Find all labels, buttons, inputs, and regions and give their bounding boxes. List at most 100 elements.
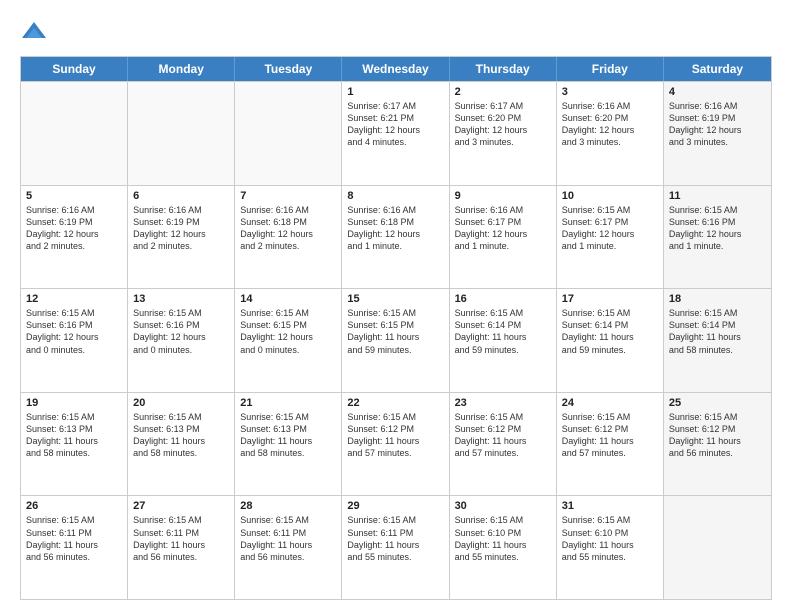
- day-number: 9: [455, 190, 551, 202]
- day-number: 1: [347, 86, 443, 98]
- day-number: 25: [669, 397, 766, 409]
- calendar-cell: 25Sunrise: 6:15 AM Sunset: 6:12 PM Dayli…: [664, 393, 771, 496]
- header: [20, 18, 772, 46]
- calendar-cell: 4Sunrise: 6:16 AM Sunset: 6:19 PM Daylig…: [664, 82, 771, 185]
- day-number: 26: [26, 500, 122, 512]
- calendar-header: SundayMondayTuesdayWednesdayThursdayFrid…: [21, 57, 771, 81]
- calendar-cell: 5Sunrise: 6:16 AM Sunset: 6:19 PM Daylig…: [21, 186, 128, 289]
- day-info: Sunrise: 6:15 AM Sunset: 6:16 PM Dayligh…: [669, 204, 766, 253]
- day-number: 7: [240, 190, 336, 202]
- calendar-cell: 1 Sunrise: 6:17 AM Sunset: 6:21 PM Daylig…: [342, 82, 449, 185]
- day-number: 12: [26, 293, 122, 305]
- logo-icon: [20, 18, 48, 46]
- day-number: 22: [347, 397, 443, 409]
- day-number: 10: [562, 190, 658, 202]
- calendar-cell: 22 Sunrise: 6:15 AM Sunset: 6:12 PM Dayli…: [342, 393, 449, 496]
- calendar-cell: 13Sunrise: 6:15 AM Sunset: 6:16 PM Dayli…: [128, 289, 235, 392]
- day-info: Sunrise: 6:15 AM Sunset: 6:15 PM Dayligh…: [347, 307, 443, 356]
- day-info: Sunrise: 6:15 AM Sunset: 6:16 PM Dayligh…: [26, 307, 122, 356]
- day-number: 31: [562, 500, 658, 512]
- day-number: 24: [562, 397, 658, 409]
- logo: [20, 18, 52, 46]
- calendar-cell: 19 Sunrise: 6:15 AM Sunset: 6:13 PM Dayli…: [21, 393, 128, 496]
- calendar-cell: [235, 82, 342, 185]
- day-info: Sunrise: 6:17 AM Sunset: 6:20 PM Dayligh…: [455, 100, 551, 149]
- day-info: Sunrise: 6:16 AM Sunset: 6:20 PM Dayligh…: [562, 100, 658, 149]
- day-info: Sunrise: 6:15 AM Sunset: 6:14 PM Dayligh…: [669, 307, 766, 356]
- day-number: 4: [669, 86, 766, 98]
- calendar-cell: [664, 496, 771, 599]
- day-info: Sunrise: 6:15 AM Sunset: 6:10 PM Dayligh…: [455, 514, 551, 563]
- day-number: 2: [455, 86, 551, 98]
- calendar-header-cell: Monday: [128, 57, 235, 81]
- calendar-header-cell: Tuesday: [235, 57, 342, 81]
- page: SundayMondayTuesdayWednesdayThursdayFrid…: [0, 0, 792, 612]
- calendar-cell: 6 Sunrise: 6:16 AM Sunset: 6:19 PM Daylig…: [128, 186, 235, 289]
- calendar-cell: 23 Sunrise: 6:15 AM Sunset: 6:12 PM Dayli…: [450, 393, 557, 496]
- calendar-cell: 7 Sunrise: 6:16 AM Sunset: 6:18 PM Daylig…: [235, 186, 342, 289]
- day-info: Sunrise: 6:15 AM Sunset: 6:17 PM Dayligh…: [562, 204, 658, 253]
- day-info: Sunrise: 6:15 AM Sunset: 6:11 PM Dayligh…: [133, 514, 229, 563]
- day-number: 29: [347, 500, 443, 512]
- calendar-cell: 9 Sunrise: 6:16 AM Sunset: 6:17 PM Daylig…: [450, 186, 557, 289]
- day-info: Sunrise: 6:16 AM Sunset: 6:19 PM Dayligh…: [133, 204, 229, 253]
- calendar-cell: 17Sunrise: 6:15 AM Sunset: 6:14 PM Dayli…: [557, 289, 664, 392]
- calendar-header-cell: Saturday: [664, 57, 771, 81]
- calendar-row: 1 Sunrise: 6:17 AM Sunset: 6:21 PM Daylig…: [21, 81, 771, 185]
- calendar-cell: 2 Sunrise: 6:17 AM Sunset: 6:20 PM Daylig…: [450, 82, 557, 185]
- calendar-cell: 31 Sunrise: 6:15 AM Sunset: 6:10 PM Dayli…: [557, 496, 664, 599]
- day-number: 28: [240, 500, 336, 512]
- calendar-cell: 16 Sunrise: 6:15 AM Sunset: 6:14 PM Dayli…: [450, 289, 557, 392]
- day-info: Sunrise: 6:17 AM Sunset: 6:21 PM Dayligh…: [347, 100, 443, 149]
- calendar-cell: 26 Sunrise: 6:15 AM Sunset: 6:11 PM Dayli…: [21, 496, 128, 599]
- calendar-cell: 28Sunrise: 6:15 AM Sunset: 6:11 PM Dayli…: [235, 496, 342, 599]
- calendar-cell: 24 Sunrise: 6:15 AM Sunset: 6:12 PM Dayli…: [557, 393, 664, 496]
- day-info: Sunrise: 6:16 AM Sunset: 6:18 PM Dayligh…: [240, 204, 336, 253]
- day-number: 8: [347, 190, 443, 202]
- calendar-cell: 15 Sunrise: 6:15 AM Sunset: 6:15 PM Dayli…: [342, 289, 449, 392]
- day-number: 20: [133, 397, 229, 409]
- day-number: 16: [455, 293, 551, 305]
- day-info: Sunrise: 6:15 AM Sunset: 6:13 PM Dayligh…: [240, 411, 336, 460]
- calendar-cell: 12 Sunrise: 6:15 AM Sunset: 6:16 PM Dayli…: [21, 289, 128, 392]
- calendar-row: 12 Sunrise: 6:15 AM Sunset: 6:16 PM Dayli…: [21, 288, 771, 392]
- day-number: 5: [26, 190, 122, 202]
- day-info: Sunrise: 6:15 AM Sunset: 6:14 PM Dayligh…: [455, 307, 551, 356]
- day-info: Sunrise: 6:15 AM Sunset: 6:13 PM Dayligh…: [26, 411, 122, 460]
- calendar-row: 26 Sunrise: 6:15 AM Sunset: 6:11 PM Dayli…: [21, 495, 771, 599]
- day-info: Sunrise: 6:15 AM Sunset: 6:11 PM Dayligh…: [26, 514, 122, 563]
- calendar-header-cell: Wednesday: [342, 57, 449, 81]
- day-number: 17: [562, 293, 658, 305]
- day-info: Sunrise: 6:15 AM Sunset: 6:12 PM Dayligh…: [347, 411, 443, 460]
- calendar-cell: 14Sunrise: 6:15 AM Sunset: 6:15 PM Dayli…: [235, 289, 342, 392]
- day-number: 15: [347, 293, 443, 305]
- calendar-row: 5 Sunrise: 6:16 AM Sunset: 6:19 PM Daylig…: [21, 185, 771, 289]
- calendar-cell: 20 Sunrise: 6:15 AM Sunset: 6:13 PM Dayli…: [128, 393, 235, 496]
- day-number: 14: [240, 293, 336, 305]
- day-info: Sunrise: 6:16 AM Sunset: 6:18 PM Dayligh…: [347, 204, 443, 253]
- calendar: SundayMondayTuesdayWednesdayThursdayFrid…: [20, 56, 772, 600]
- calendar-cell: 10 Sunrise: 6:15 AM Sunset: 6:17 PM Dayli…: [557, 186, 664, 289]
- calendar-cell: 18Sunrise: 6:15 AM Sunset: 6:14 PM Dayli…: [664, 289, 771, 392]
- day-number: 19: [26, 397, 122, 409]
- calendar-cell: 27Sunrise: 6:15 AM Sunset: 6:11 PM Dayli…: [128, 496, 235, 599]
- day-number: 23: [455, 397, 551, 409]
- calendar-cell: 30 Sunrise: 6:15 AM Sunset: 6:10 PM Dayli…: [450, 496, 557, 599]
- calendar-cell: 21 Sunrise: 6:15 AM Sunset: 6:13 PM Dayli…: [235, 393, 342, 496]
- day-number: 11: [669, 190, 766, 202]
- calendar-cell: 29 Sunrise: 6:15 AM Sunset: 6:11 PM Dayli…: [342, 496, 449, 599]
- calendar-cell: [21, 82, 128, 185]
- day-number: 21: [240, 397, 336, 409]
- day-info: Sunrise: 6:15 AM Sunset: 6:10 PM Dayligh…: [562, 514, 658, 563]
- day-number: 6: [133, 190, 229, 202]
- calendar-cell: 8 Sunrise: 6:16 AM Sunset: 6:18 PM Daylig…: [342, 186, 449, 289]
- day-info: Sunrise: 6:15 AM Sunset: 6:16 PM Dayligh…: [133, 307, 229, 356]
- day-number: 30: [455, 500, 551, 512]
- calendar-header-cell: Sunday: [21, 57, 128, 81]
- day-info: Sunrise: 6:15 AM Sunset: 6:13 PM Dayligh…: [133, 411, 229, 460]
- day-info: Sunrise: 6:15 AM Sunset: 6:12 PM Dayligh…: [562, 411, 658, 460]
- calendar-cell: [128, 82, 235, 185]
- day-info: Sunrise: 6:15 AM Sunset: 6:11 PM Dayligh…: [347, 514, 443, 563]
- day-info: Sunrise: 6:15 AM Sunset: 6:12 PM Dayligh…: [455, 411, 551, 460]
- day-info: Sunrise: 6:16 AM Sunset: 6:17 PM Dayligh…: [455, 204, 551, 253]
